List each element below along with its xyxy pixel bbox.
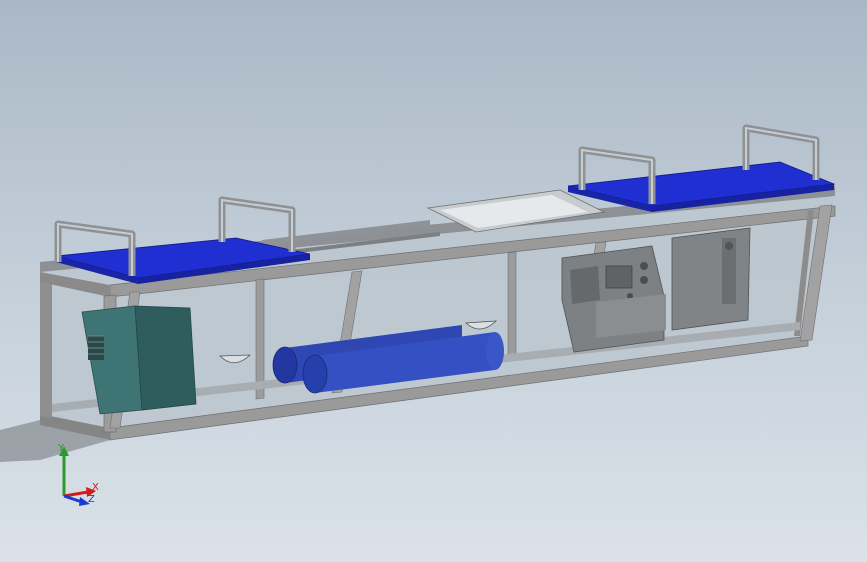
- x-axis-arrow: [63, 490, 89, 498]
- fuel-tank[interactable]: [81, 305, 197, 415]
- z-axis-arrow: [63, 494, 83, 504]
- generator-display: [605, 265, 633, 289]
- post-4: [507, 251, 517, 358]
- left-end-frame: [40, 282, 52, 418]
- control-panel[interactable]: [671, 227, 751, 331]
- cad-viewport[interactable]: Y X Z: [0, 0, 867, 562]
- generator-unit[interactable]: [561, 245, 666, 353]
- 3d-model-scene[interactable]: [0, 0, 867, 562]
- knob-icon: [640, 276, 648, 284]
- valve-icon: [725, 242, 733, 250]
- axis-triad: Y X Z: [57, 443, 99, 506]
- knob-icon: [640, 262, 648, 270]
- z-axis-label: Z: [88, 494, 95, 505]
- y-axis-label: Y: [57, 443, 65, 454]
- x-axis-label: X: [92, 482, 99, 493]
